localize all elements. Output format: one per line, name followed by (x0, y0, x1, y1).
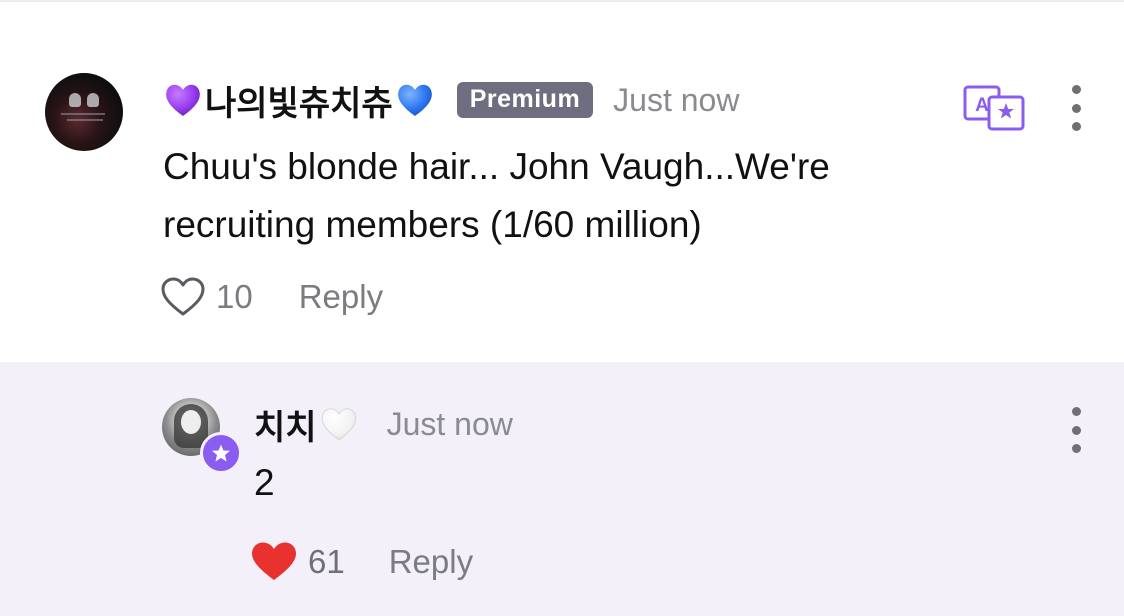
more-options-button[interactable] (1066, 407, 1086, 453)
avatar[interactable] (45, 73, 123, 151)
reply-author-name[interactable]: 치치 (254, 400, 317, 449)
more-vertical-icon-dot (1071, 103, 1081, 113)
translate-icon: A (963, 85, 1025, 131)
like-count: 61 (308, 543, 345, 580)
reply-comment: 치치 Just now 2 61 Reply (0, 362, 1124, 616)
purple-heart-icon (163, 80, 203, 120)
reply-button[interactable]: Reply (299, 278, 383, 316)
avatar[interactable] (162, 398, 242, 474)
white-heart-icon (319, 404, 359, 444)
like-count: 10 (216, 278, 253, 315)
comment-header: 나의빛츄치츄 Premium Just now (163, 76, 740, 125)
heart-filled-icon (252, 542, 296, 580)
more-vertical-icon-dot (1071, 407, 1081, 416)
avatar-detail (67, 119, 103, 121)
more-options-button[interactable] (1066, 85, 1086, 131)
avatar-figure (69, 93, 81, 107)
avatar-face (181, 410, 201, 434)
avatar-detail (61, 113, 105, 115)
star-badge (200, 432, 242, 474)
comments-view: 나의빛츄치츄 Premium Just now A Chuu's blonde … (0, 0, 1124, 616)
comment-timestamp: Just now (613, 81, 740, 118)
comment-body: Chuu's blonde hair... John Vaugh...We're… (163, 138, 1023, 254)
reply-button[interactable]: Reply (389, 543, 473, 581)
heart-outline-icon (161, 277, 205, 316)
comment-actions: 10 Reply (160, 276, 383, 318)
translate-button[interactable]: A (962, 83, 1028, 131)
comment-body-line: Chuu's blonde hair... John Vaugh...We're (163, 146, 830, 187)
more-vertical-icon-dot (1071, 425, 1081, 435)
comment-body-line: recruiting members (1/60 million) (163, 204, 702, 245)
svg-text:A: A (975, 95, 989, 116)
star-icon (212, 444, 230, 462)
more-vertical-icon-dot (1071, 122, 1081, 131)
reply-actions: 61 Reply (250, 540, 473, 584)
comment: 나의빛츄치츄 Premium Just now A Chuu's blonde … (0, 2, 1124, 362)
reply-timestamp: Just now (386, 405, 513, 442)
blue-heart-icon (395, 80, 435, 120)
like-button[interactable]: 61 (250, 540, 345, 584)
reply-header: 치치 Just now (254, 400, 513, 449)
avatar-figure (87, 93, 99, 107)
more-vertical-icon-dot (1071, 85, 1081, 94)
more-vertical-icon-dot (1071, 444, 1081, 453)
comment-author-name[interactable]: 나의빛츄치츄 (205, 76, 393, 125)
reply-body: 2 (254, 462, 275, 503)
like-button[interactable]: 10 (160, 276, 253, 318)
premium-badge: Premium (456, 82, 594, 118)
